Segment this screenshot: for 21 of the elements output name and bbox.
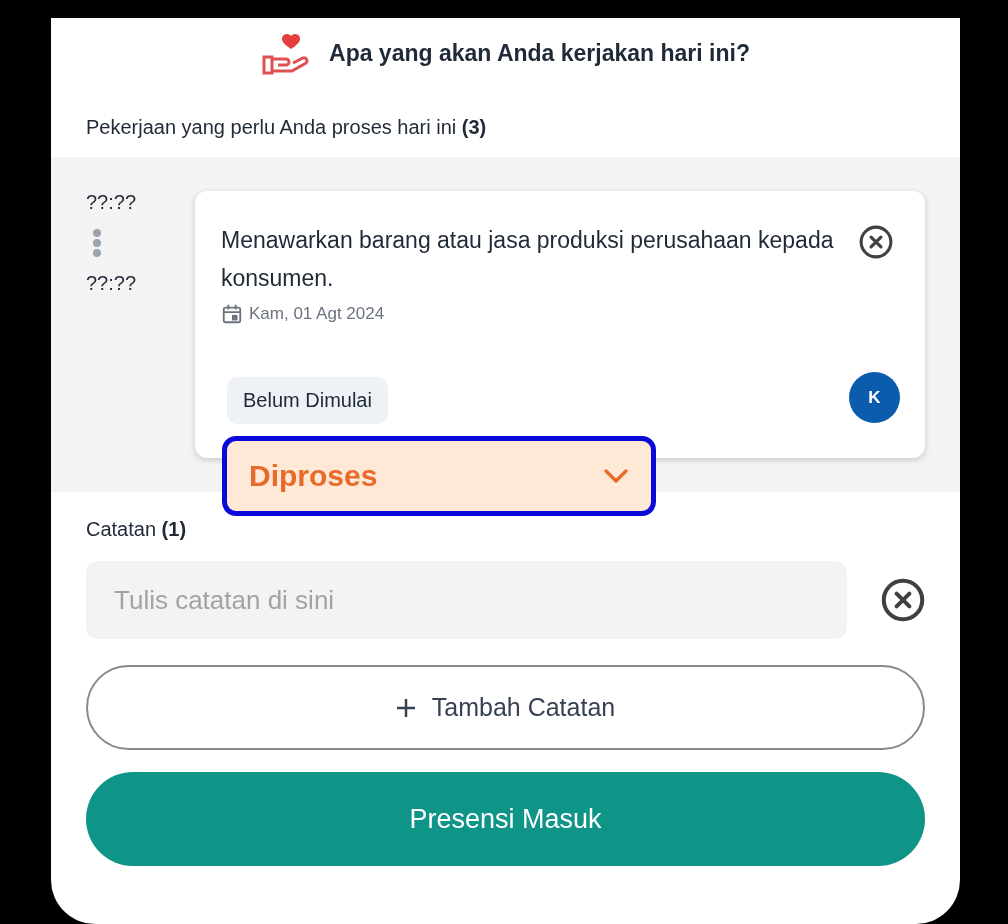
- add-note-button[interactable]: Tambah Catatan: [86, 665, 925, 750]
- close-button[interactable]: [881, 578, 925, 622]
- note-field[interactable]: Tulis catatan di sini: [86, 561, 847, 639]
- submit-button[interactable]: Presensi Masuk: [86, 772, 925, 866]
- close-icon: [881, 578, 925, 622]
- end-time: ??:??: [86, 272, 137, 295]
- task-date: Kam, 01 Agt 2024: [249, 304, 385, 324]
- status-label: Belum Dimulai: [227, 377, 388, 424]
- plus-icon: [395, 697, 416, 718]
- dots-icon: [92, 228, 102, 258]
- notes-heading: Catatan (1): [85, 518, 188, 541]
- page-title: Apa yang akan Anda kerjakan hari ini?: [329, 39, 750, 67]
- start-time: ??:??: [86, 191, 137, 214]
- calendar-icon: [221, 303, 243, 325]
- close-button[interactable]: [859, 225, 893, 259]
- status-dropdown[interactable]: Diproses: [222, 436, 656, 516]
- close-icon: [859, 225, 893, 259]
- avatar: K: [849, 372, 900, 423]
- task-title: Menawarkan barang atau jasa produksi perusahaan kepada konsumen.: [221, 226, 835, 293]
- chevron-down-icon: [603, 468, 629, 484]
- tasks-heading: Pekerjaan yang perlu Anda proses hari ini (3): [85, 116, 488, 139]
